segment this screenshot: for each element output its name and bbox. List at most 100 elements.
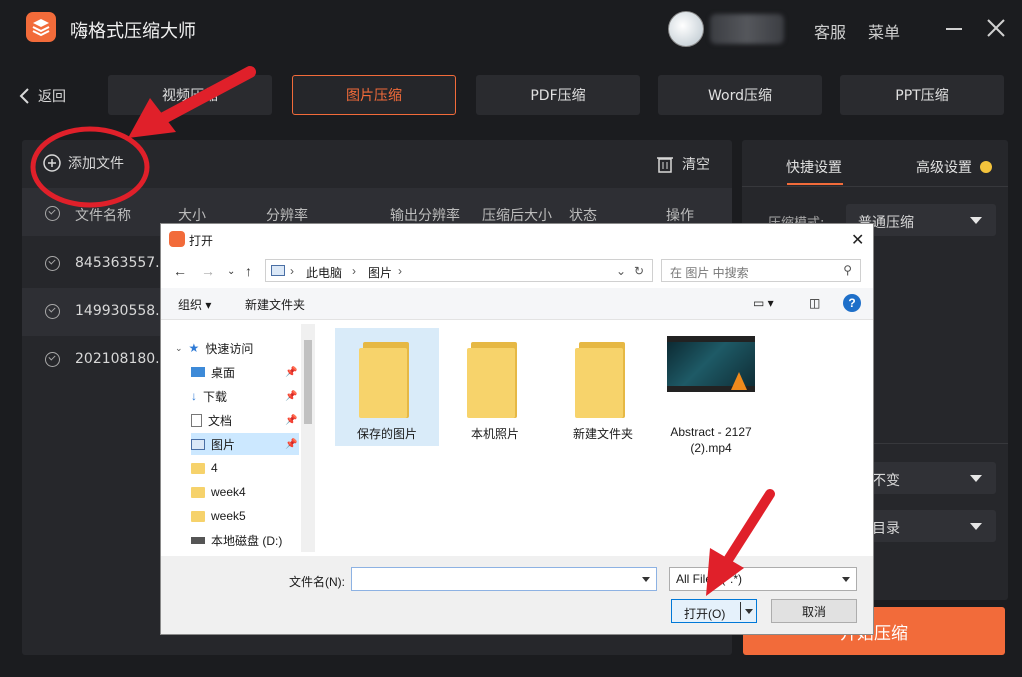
cancel-button[interactable]: 取消 [771,599,857,623]
close-icon[interactable] [984,16,1008,40]
nav-downloads[interactable]: ↓ 下载 📌 [191,385,299,407]
nav-label: 4 [211,461,218,475]
nav-quick-access[interactable]: ⌄ ★ 快速访问 [175,337,299,359]
user-avatar[interactable] [668,11,704,47]
document-icon [191,413,202,427]
tab-ppt[interactable]: PPT压缩 [840,75,1004,115]
folder-icon [191,486,205,498]
pictures-icon [191,438,205,450]
folder-icon [467,342,521,418]
open-file-dialog: 打开 ✕ ← → ⌄ ↑ › 此电脑 › 图片 › ⌄ ↻ 在 图片 中搜索 ⚲ [160,223,874,635]
nav-label: week4 [211,485,246,499]
view-options-icon[interactable]: ▭ ▾ [753,296,774,310]
pin-icon: 📌 [285,438,298,450]
new-folder-button[interactable]: 新建文件夹 [245,296,305,313]
dialog-title: 打开 [189,234,214,248]
file-item-folder[interactable]: 本机照片 [443,328,547,446]
back-label: 返回 [38,89,66,105]
back-button[interactable]: 返回 [18,84,66,108]
app-window: 嗨格式压缩大师 客服 菜单 返回 视频压缩 图片压缩 PDF压缩 Word压缩 … [0,0,1022,677]
search-icon: ⚲ [843,263,852,277]
row-checkbox[interactable] [45,256,60,271]
address-bar[interactable]: › 此电脑 › 图片 › ⌄ ↻ [265,259,653,282]
tab-video[interactable]: 视频压缩 [108,75,272,115]
refresh-icon[interactable]: ↻ [634,264,644,278]
chevron-down-icon [842,577,850,582]
user-name-blurred [710,14,784,44]
open-button[interactable]: 打开(O) [671,599,757,623]
file-item-folder[interactable]: 新建文件夹 [551,328,655,446]
dialog-close-icon[interactable]: ✕ [851,230,864,250]
nav-desktop[interactable]: 桌面 📌 [191,361,299,383]
filename-input[interactable] [351,567,657,591]
dialog-nav-row: ← → ⌄ ↑ › 此电脑 › 图片 › ⌄ ↻ 在 图片 中搜索 ⚲ [161,254,873,288]
nav-folder-week4[interactable]: week4 [191,481,299,503]
col-filename: 文件名称 [75,208,131,224]
folder-icon [191,462,205,474]
nav-label: 本地磁盘 (D:) [211,533,283,548]
nav-scrollbar-thumb[interactable] [304,340,312,424]
col-output-resolution: 输出分辨率 [390,208,460,224]
file-item-video[interactable]: Abstract - 2127 (2).mp4 [659,328,763,455]
pc-icon [271,265,285,276]
app-logo-icon [26,12,56,42]
tab-word[interactable]: Word压缩 [658,75,822,115]
filename-label: 文件名(N): [289,575,345,589]
col-size: 大小 [178,208,206,224]
back-arrow-icon[interactable]: ← [173,263,187,279]
file-label: 保存的图片 [356,427,417,441]
add-file-button[interactable]: 添加文件 [42,153,124,173]
breadcrumb-item[interactable]: 图片 [368,264,392,281]
organize-menu[interactable]: 组织 ▾ [178,296,211,313]
forward-arrow-icon[interactable]: → [201,263,215,279]
help-icon[interactable]: ? [843,294,861,312]
app-title: 嗨格式压缩大师 [70,21,196,42]
vlc-icon [731,372,747,390]
tab-image[interactable]: 图片压缩 [292,75,456,115]
pin-icon: 📌 [285,414,298,426]
organize-label: 组织 [178,298,203,312]
nav-documents[interactable]: 文档 📌 [191,409,299,431]
dialog-title-bar: 打开 ✕ [161,224,873,254]
row-checkbox[interactable] [45,304,60,319]
tab-pdf[interactable]: PDF压缩 [476,75,640,115]
select-all-checkbox[interactable] [45,206,60,221]
preview-pane-icon[interactable]: ◫ [809,296,820,310]
breadcrumb-item[interactable]: 此电脑 [306,264,342,281]
folder-icon [575,342,629,418]
nav-folder-week5[interactable]: week5 [191,505,299,527]
nav-label: 文档 [208,413,233,428]
breadcrumb-separator: › [290,264,294,278]
expand-chevron-icon: ⌄ [175,342,183,353]
trash-icon [657,157,673,173]
advanced-settings-label: 高级设置 [916,160,972,176]
nav-drive-d[interactable]: 本地磁盘 (D:) [191,529,299,551]
open-split-divider [740,602,741,620]
menu-link[interactable]: 菜单 [868,19,900,43]
nav-folder-4[interactable]: 4 [191,457,299,479]
title-bar: 嗨格式压缩大师 客服 菜单 [0,0,1022,58]
row-checkbox[interactable] [45,352,60,367]
folder-icon [359,342,413,418]
dialog-toolbar: 组织 ▾ 新建文件夹 ▭ ▾ ◫ ? [161,288,873,320]
search-input[interactable]: 在 图片 中搜索 ⚲ [661,259,861,282]
minimize-icon[interactable] [942,16,966,40]
file-item-folder[interactable]: 保存的图片 [335,328,439,446]
file-type-select[interactable]: All Files (*.*) [669,567,857,591]
clear-button[interactable]: 清空 [656,154,710,174]
nav-pictures[interactable]: 图片 📌 [191,433,299,455]
pin-icon: 📌 [285,366,298,378]
chevron-down-icon [970,217,982,224]
tab-quick-settings[interactable]: 快捷设置 [786,157,842,177]
service-link[interactable]: 客服 [814,19,846,43]
recent-dropdown-icon[interactable]: ⌄ [227,266,235,277]
search-placeholder: 在 图片 中搜索 [670,266,749,280]
pin-icon: 📌 [285,390,298,402]
row-filename: 149930558... [75,303,169,319]
up-arrow-icon[interactable]: ↑ [245,263,252,279]
nav-label: 快速访问 [205,341,254,356]
tab-advanced-settings[interactable]: 高级设置 [916,157,993,177]
chevron-down-icon[interactable] [745,609,753,614]
chevron-down-icon[interactable]: ⌄ [616,264,626,278]
settings-divider [742,186,1008,187]
